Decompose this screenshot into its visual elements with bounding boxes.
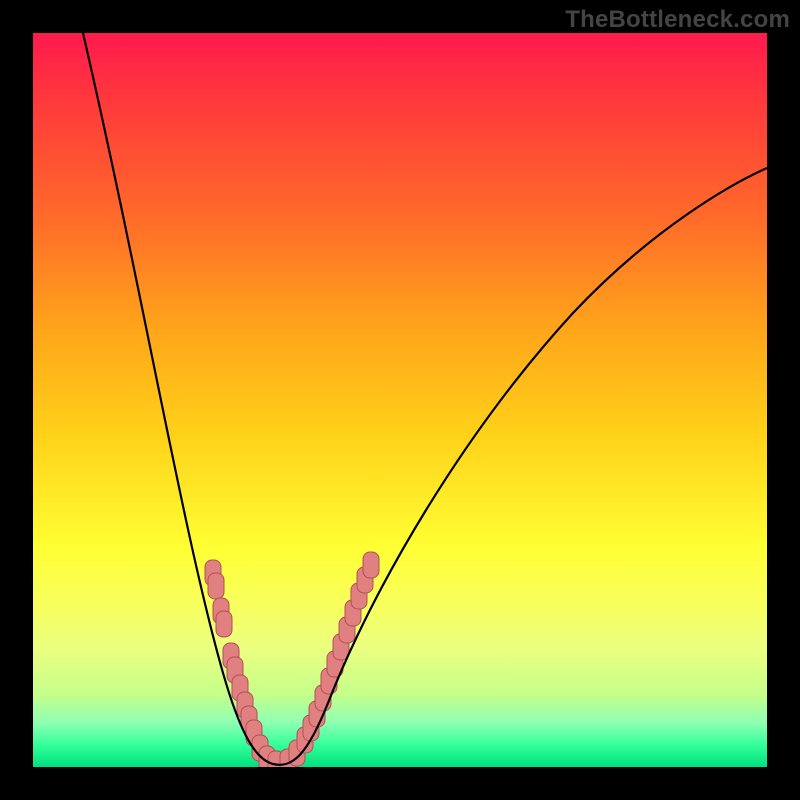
bottleneck-curve	[83, 33, 767, 765]
curve-marker	[216, 611, 232, 637]
chart-svg	[33, 33, 767, 767]
watermark-text: TheBottleneck.com	[565, 6, 790, 34]
outer-frame: TheBottleneck.com	[0, 0, 800, 800]
curve-marker	[363, 552, 379, 578]
curve-marker	[208, 573, 224, 599]
plot-area	[33, 33, 767, 767]
markers-group	[205, 552, 379, 767]
